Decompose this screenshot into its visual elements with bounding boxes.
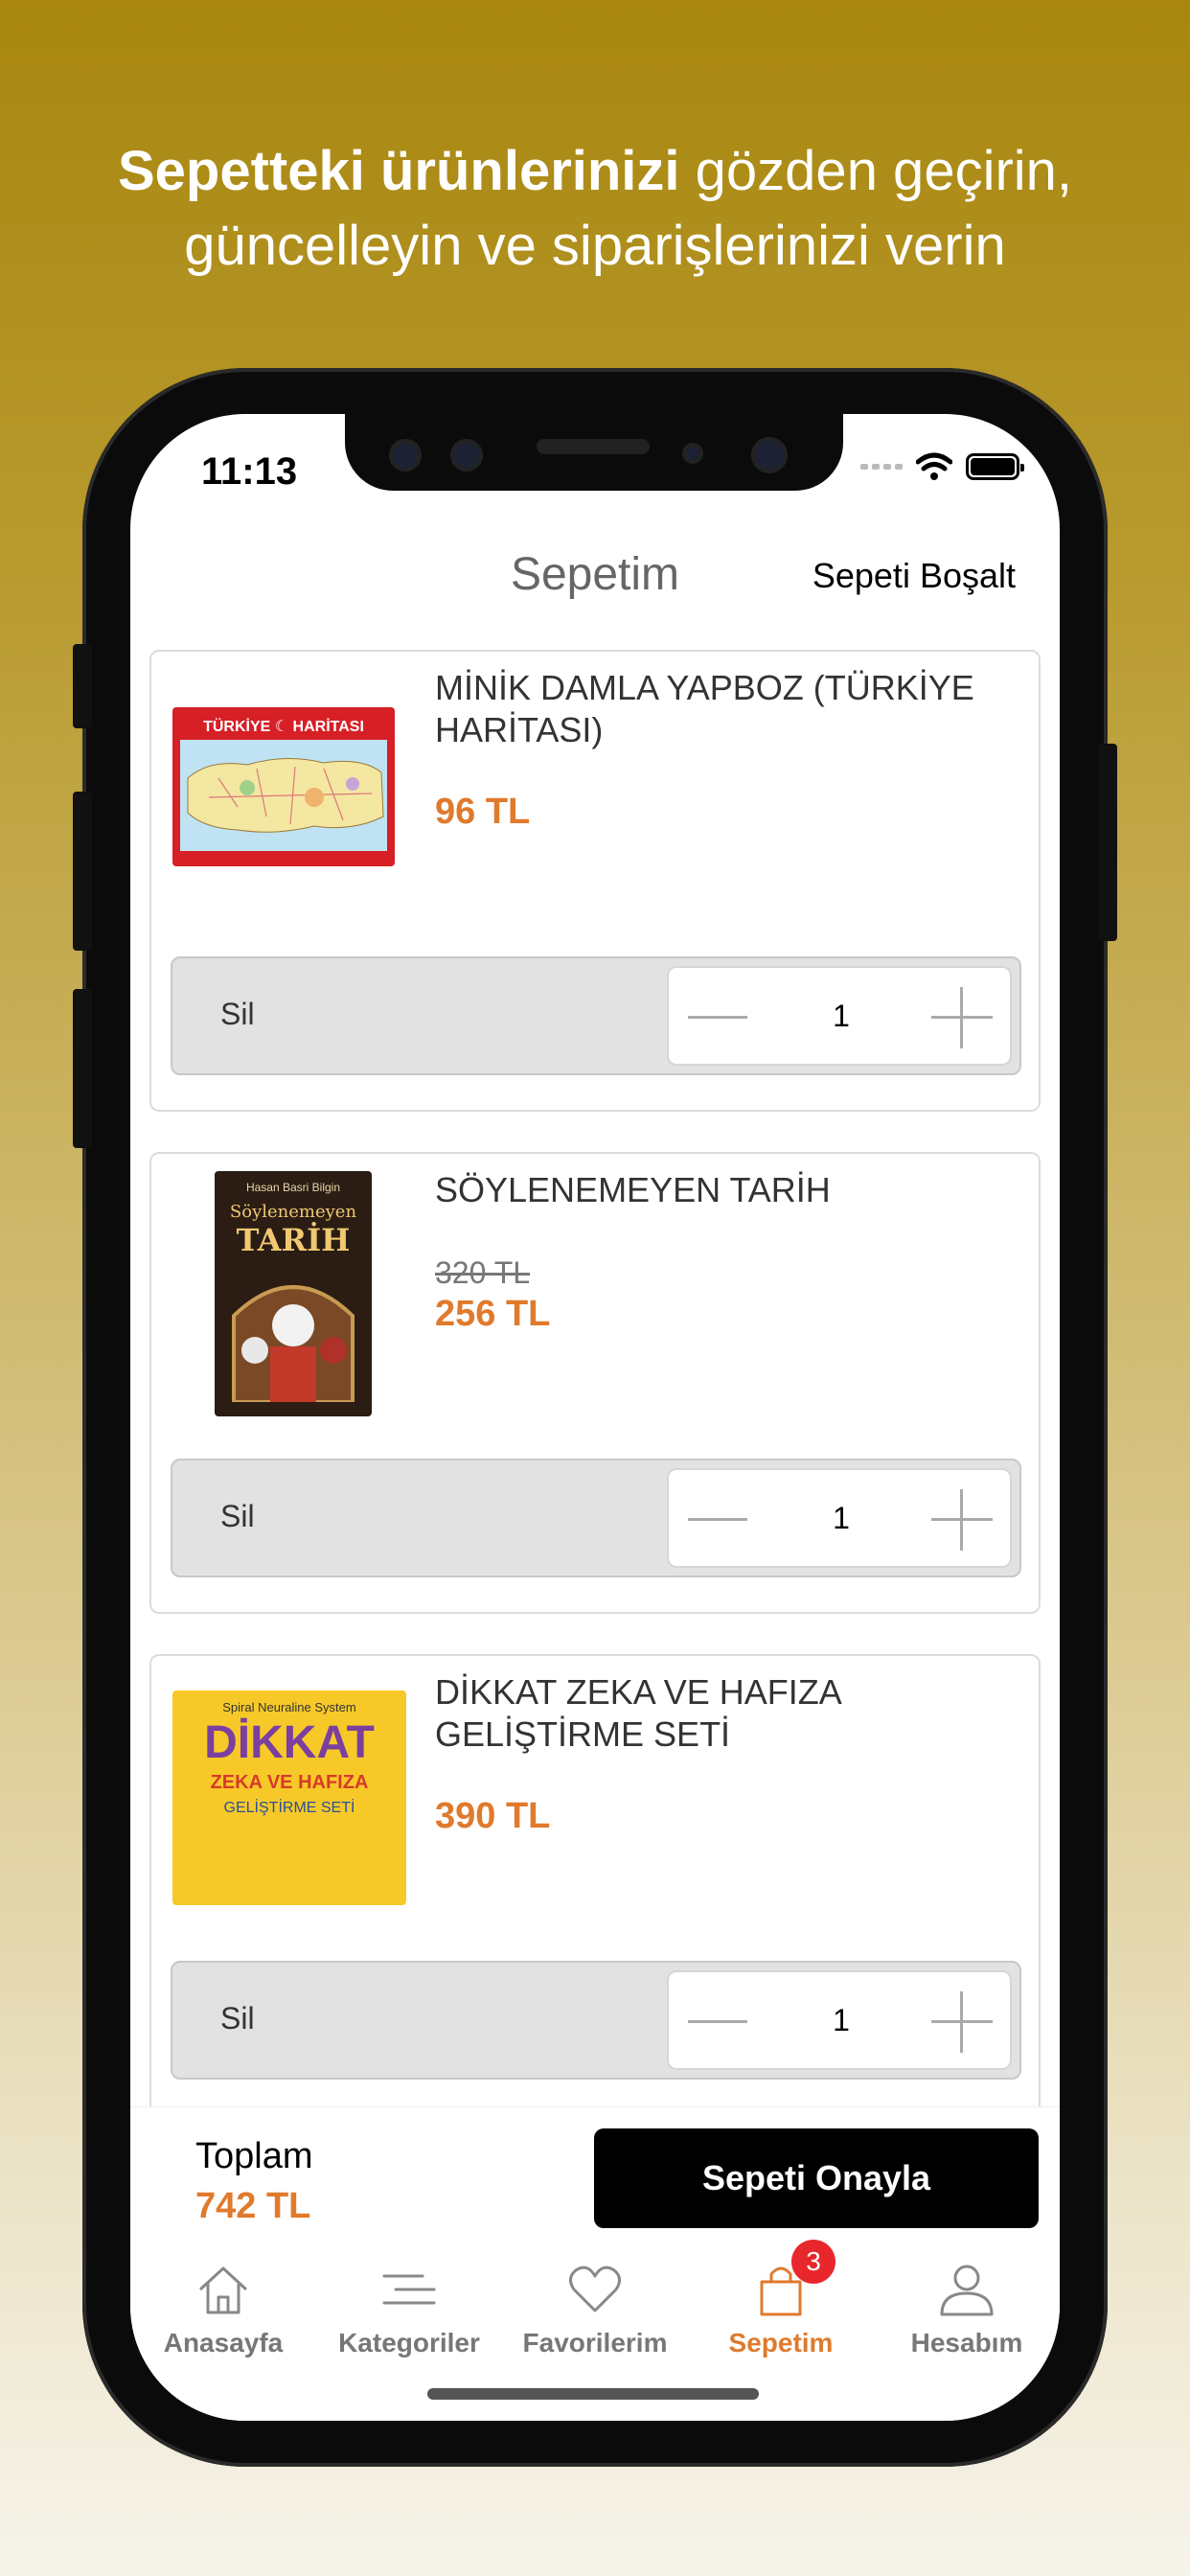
total-value: 742 TL <box>195 2186 311 2226</box>
tab-label: Sepetim <box>728 2328 834 2358</box>
wifi-icon <box>916 452 952 480</box>
item-actions-bar: Sil 1 <box>171 956 1021 1075</box>
tab-favorites[interactable]: Favorilerim <box>502 2261 688 2366</box>
headline-rest: gözden geçirin, <box>679 140 1073 202</box>
phone-screen: 11:13 Sepetim Sepeti Boşalt TÜRKİYE ☾ HA… <box>130 414 1060 2421</box>
box-line4: GELİŞTİRME SETİ <box>223 1800 355 1816</box>
decrease-quantity-button[interactable] <box>688 999 755 1037</box>
delete-button[interactable]: Sil <box>220 997 255 1032</box>
cart-item: Spiral Neuraline System DİKKAT ZEKA VE H… <box>149 1654 1041 2116</box>
delete-button[interactable]: Sil <box>220 1499 255 1534</box>
product-name: DİKKAT ZEKA VE HAFIZA GELİŞTİRME SETİ <box>435 1672 840 1754</box>
tab-bar: Anasayfa Kategoriler Favorilerim 3 Sepet… <box>130 2240 1060 2366</box>
product-price: 256 TL <box>435 1294 551 1334</box>
promo-headline: Sepetteki ürünlerinizi gözden geçirin, g… <box>0 134 1190 284</box>
status-icons <box>860 452 1024 481</box>
cart-item: TÜRKİYE ☾ HARİTASI MİNİK DAMLA YAPBOZ (T… <box>149 650 1041 1112</box>
user-icon <box>940 2265 994 2316</box>
speaker-grille <box>537 439 650 454</box>
increase-quantity-button[interactable] <box>931 987 993 1048</box>
tab-label: Anasayfa <box>163 2328 284 2358</box>
camera-icon <box>450 439 483 472</box>
camera-icon <box>389 439 422 472</box>
map-illustration <box>180 740 387 851</box>
box-line2: DİKKAT <box>204 1717 375 1768</box>
item-actions-bar: Sil 1 <box>171 1961 1021 2080</box>
quantity-value: 1 <box>833 999 850 1033</box>
product-price: 96 TL <box>435 792 531 832</box>
item-actions-bar: Sil 1 <box>171 1459 1021 1577</box>
box-line1: Spiral Neuraline System <box>222 1700 356 1714</box>
side-button-power <box>1098 744 1117 941</box>
headline-line2: güncelleyin ve siparişlerinizi verin <box>184 215 1006 277</box>
tab-label: Kategoriler <box>338 2328 480 2358</box>
sensor-icon <box>682 443 703 464</box>
cart-item: Hasan Basri Bilgin Söylenemeyen TARİH SÖ… <box>149 1152 1041 1614</box>
product-image: TÜRKİYE ☾ HARİTASI <box>172 707 395 866</box>
home-icon <box>198 2266 248 2314</box>
notch <box>345 414 843 491</box>
quantity-value: 1 <box>833 2003 850 2037</box>
box-line3: ZEKA VE HAFIZA <box>210 1772 369 1793</box>
side-button-volume-up <box>73 792 92 951</box>
side-button-silent <box>73 644 92 728</box>
book-title-1: Söylenemeyen <box>229 1202 357 1222</box>
cart-count-badge: 3 <box>791 2240 835 2284</box>
tab-label: Hesabım <box>910 2328 1023 2358</box>
total-label: Toplam <box>195 2136 313 2176</box>
tab-account[interactable]: Hesabım <box>874 2261 1060 2366</box>
quantity-value: 1 <box>833 1501 850 1535</box>
product-image: Spiral Neuraline System DİKKAT ZEKA VE H… <box>172 1690 406 1905</box>
cart-footer: Toplam 742 TL Sepeti Onayla Anasayfa Kat… <box>130 2106 1060 2421</box>
decrease-quantity-button[interactable] <box>688 2003 755 2041</box>
tab-cart[interactable]: 3 Sepetim <box>688 2240 874 2366</box>
headline-bold: Sepetteki ürünlerinizi <box>117 140 680 202</box>
increase-quantity-button[interactable] <box>931 1489 993 1551</box>
status-time: 11:13 <box>201 450 298 493</box>
camera-icon <box>751 437 788 473</box>
decrease-quantity-button[interactable] <box>688 1501 755 1539</box>
signal-icon <box>860 464 903 470</box>
book-title-2: TARİH <box>236 1222 351 1258</box>
book-author: Hasan Basri Bilgin <box>245 1181 341 1194</box>
tab-categories[interactable]: Kategoriler <box>316 2261 502 2366</box>
map-title: TÜRKİYE ☾ HARİTASI <box>203 719 364 735</box>
product-name: MİNİK DAMLA YAPBOZ (TÜRKİYE HARİTASI) <box>435 668 974 749</box>
heart-icon <box>569 2266 621 2312</box>
quantity-stepper: 1 <box>667 1468 1012 1568</box>
increase-quantity-button[interactable] <box>931 1991 993 2053</box>
clear-cart-button[interactable]: Sepeti Boşalt <box>812 556 1016 596</box>
home-indicator <box>427 2388 759 2400</box>
quantity-stepper: 1 <box>667 1970 1012 2070</box>
product-name: SÖYLENEMEYEN TARİH <box>435 1170 831 1209</box>
tab-label: Favorilerim <box>522 2328 668 2358</box>
battery-icon <box>966 453 1024 480</box>
product-image: Hasan Basri Bilgin Söylenemeyen TARİH <box>215 1171 372 1416</box>
confirm-cart-button[interactable]: Sepeti Onayla <box>594 2128 1039 2228</box>
delete-button[interactable]: Sil <box>220 2001 255 2036</box>
product-old-price: 320 TL <box>435 1255 531 1290</box>
quantity-stepper: 1 <box>667 966 1012 1066</box>
product-price: 390 TL <box>435 1796 551 1836</box>
book-cover-art <box>232 1285 355 1404</box>
tab-home[interactable]: Anasayfa <box>130 2261 316 2366</box>
list-icon <box>382 2274 436 2305</box>
side-button-volume-down <box>73 989 92 1148</box>
